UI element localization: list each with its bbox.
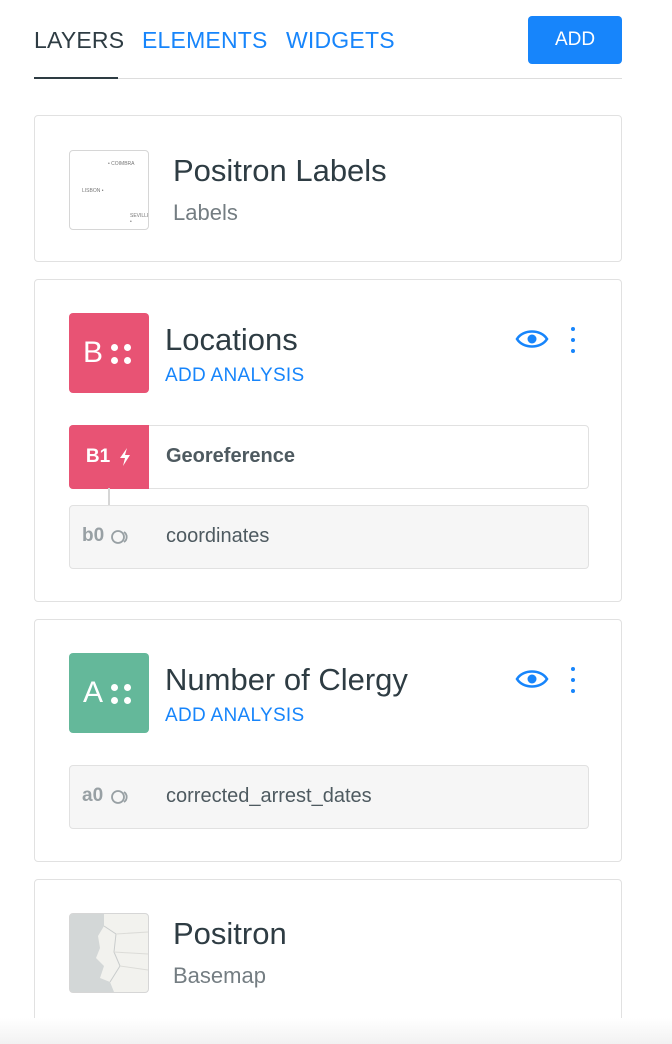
- tab-layers[interactable]: LAYERS: [34, 26, 124, 54]
- analysis-node-tag: B1: [69, 425, 149, 489]
- tab-widgets[interactable]: WIDGETS: [286, 26, 395, 54]
- source-node-corrected-arrest-dates[interactable]: a0 corrected_arrest_dates: [69, 765, 589, 829]
- layer-title[interactable]: Locations: [165, 322, 298, 358]
- analysis-node-id: B1: [85, 446, 111, 467]
- source-node-coordinates[interactable]: b0 coordinates: [69, 505, 589, 569]
- thumb-label-coimbra: • COIMBRA: [108, 161, 135, 167]
- map-thumbnail-image: [70, 914, 148, 992]
- source-node-label: coordinates: [166, 525, 270, 547]
- add-button[interactable]: ADD: [528, 16, 622, 64]
- labels-thumbnail: • COIMBRA LISBON • SEVILLE •: [69, 150, 149, 230]
- eye-icon[interactable]: [515, 326, 549, 352]
- tabs-divider: [34, 78, 622, 79]
- layer-card-positron-basemap[interactable]: Positron Basemap: [34, 879, 622, 1026]
- layer-subtitle: Basemap: [173, 963, 266, 988]
- tab-bar: LAYERS ELEMENTS WIDGETS ADD: [34, 0, 622, 80]
- lightning-icon: [120, 448, 131, 466]
- source-node-label: corrected_arrest_dates: [166, 785, 372, 807]
- layer-card-number-of-clergy[interactable]: A Number of Clergy ADD ANALYSIS a0 corre…: [34, 619, 622, 862]
- add-analysis-link[interactable]: ADD ANALYSIS: [165, 705, 304, 727]
- bottom-scroll-shadow: [0, 1018, 672, 1044]
- source-node-id: a0: [82, 785, 104, 806]
- node-connector: [108, 488, 110, 506]
- layer-letter: A: [82, 676, 103, 709]
- source-ring-icon: [111, 790, 128, 804]
- thumb-label-lisbon: LISBON •: [82, 188, 104, 194]
- layer-title[interactable]: Positron: [173, 916, 287, 952]
- kebab-menu-icon[interactable]: [567, 665, 579, 695]
- layer-badge-b: B: [69, 313, 149, 393]
- layer-card-positron-labels[interactable]: • COIMBRA LISBON • SEVILLE • Positron La…: [34, 115, 622, 262]
- tab-elements[interactable]: ELEMENTS: [142, 26, 268, 54]
- layer-subtitle: Labels: [173, 200, 238, 225]
- active-tab-indicator: [34, 77, 118, 79]
- layer-title[interactable]: Number of Clergy: [165, 662, 408, 698]
- layer-letter: B: [82, 336, 103, 369]
- point-layer-icon: [111, 678, 135, 708]
- analysis-node-georeference[interactable]: B1 Georeference: [69, 425, 589, 489]
- thumb-label-seville: SEVILLE •: [130, 213, 149, 225]
- basemap-thumbnail: [69, 913, 149, 993]
- analysis-node-label: Georeference: [166, 445, 295, 467]
- source-node-id: b0: [82, 525, 105, 546]
- eye-icon[interactable]: [515, 666, 549, 692]
- layer-card-locations[interactable]: B Locations ADD ANALYSIS B1 Georeference…: [34, 279, 622, 602]
- layer-badge-a: A: [69, 653, 149, 733]
- kebab-menu-icon[interactable]: [567, 325, 579, 355]
- source-ring-icon: [111, 530, 128, 544]
- point-layer-icon: [111, 338, 135, 368]
- add-analysis-link[interactable]: ADD ANALYSIS: [165, 365, 304, 387]
- layer-title[interactable]: Positron Labels: [173, 153, 387, 189]
